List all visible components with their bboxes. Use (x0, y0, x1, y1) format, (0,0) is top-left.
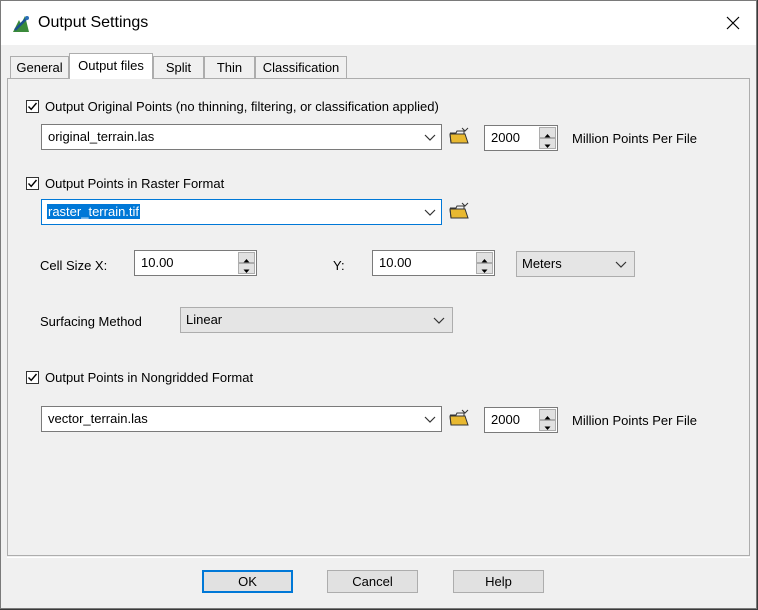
ok-button[interactable]: OK (202, 570, 293, 593)
nongridded-points-spinner[interactable]: 2000 (484, 407, 558, 433)
nongridded-file-combo[interactable]: vector_terrain.las (41, 406, 442, 432)
open-folder-icon[interactable] (448, 126, 470, 148)
spin-down-button[interactable] (238, 263, 255, 274)
app-icon (13, 16, 29, 32)
arrow-down-icon (243, 269, 250, 273)
help-button[interactable]: Help (453, 570, 544, 593)
output-nongridded-row[interactable]: Output Points in Nongridded Format (26, 370, 253, 385)
spin-down-button[interactable] (476, 263, 493, 274)
output-nongridded-checkbox[interactable] (26, 371, 39, 384)
original-file-combo[interactable]: original_terrain.las (41, 124, 442, 150)
output-original-checkbox[interactable] (26, 100, 39, 113)
spin-up-button[interactable] (539, 409, 556, 420)
output-raster-row[interactable]: Output Points in Raster Format (26, 176, 224, 191)
chevron-down-icon (424, 416, 436, 423)
output-raster-label: Output Points in Raster Format (45, 176, 225, 191)
tab-classification[interactable]: Classification (255, 56, 347, 78)
close-button[interactable] (710, 1, 756, 45)
original-points-value: 2000 (491, 130, 520, 145)
checkmark-icon (27, 373, 38, 382)
spin-up-button[interactable] (539, 127, 556, 138)
cell-size-y-spinner[interactable]: 10.00 (372, 250, 495, 276)
spin-down-button[interactable] (539, 420, 556, 431)
raster-file-combo[interactable]: raster_terrain.tif (41, 199, 442, 225)
spin-up-button[interactable] (476, 252, 493, 263)
nongridded-points-value: 2000 (491, 412, 520, 427)
original-points-unit-label: Million Points Per File (572, 131, 697, 146)
surfacing-method-dropdown[interactable]: Linear (180, 307, 453, 333)
surfacing-method-value: Linear (186, 312, 223, 327)
tab-thin[interactable]: Thin (204, 56, 255, 78)
nongridded-points-unit-label: Million Points Per File (572, 413, 697, 428)
surfacing-method-label: Surfacing Method (40, 314, 142, 329)
nongridded-file-value: vector_terrain.las (48, 411, 148, 426)
output-nongridded-label: Output Points in Nongridded Format (45, 370, 254, 385)
tab-output-files[interactable]: Output files (69, 53, 153, 79)
output-raster-checkbox[interactable] (26, 177, 39, 190)
cancel-button[interactable]: Cancel (327, 570, 418, 593)
divider (7, 557, 750, 558)
open-folder-icon[interactable] (448, 201, 470, 223)
units-value: Meters (522, 256, 562, 271)
chevron-down-icon (433, 317, 445, 324)
output-settings-dialog: Output Settings General Output files Spl… (0, 0, 757, 609)
checkmark-icon (27, 102, 38, 111)
tab-general[interactable]: General (10, 56, 69, 78)
cell-size-x-spinner[interactable]: 10.00 (134, 250, 257, 276)
cell-size-x-value: 10.00 (141, 255, 174, 270)
cell-size-x-label: Cell Size X: (40, 258, 108, 273)
arrow-down-icon (544, 426, 551, 430)
units-dropdown[interactable]: Meters (516, 251, 635, 277)
title-bar: Output Settings (1, 1, 756, 45)
cell-size-y-value: 10.00 (379, 255, 412, 270)
output-original-label: Output Original Points (no thinning, fil… (45, 99, 439, 114)
original-points-spinner[interactable]: 2000 (484, 125, 558, 151)
arrow-down-icon (544, 144, 551, 148)
close-icon (726, 16, 740, 30)
spin-down-button[interactable] (539, 138, 556, 149)
cell-size-y-label: Y: (333, 258, 345, 273)
spin-up-button[interactable] (238, 252, 255, 263)
open-folder-icon[interactable] (448, 408, 470, 430)
window-title: Output Settings (38, 14, 149, 31)
chevron-down-icon (424, 209, 436, 216)
tab-split[interactable]: Split (153, 56, 204, 78)
original-file-value: original_terrain.las (48, 129, 155, 144)
checkmark-icon (27, 179, 38, 188)
arrow-down-icon (481, 269, 488, 273)
chevron-down-icon (424, 134, 436, 141)
raster-file-value: raster_terrain.tif (47, 204, 141, 219)
output-original-row[interactable]: Output Original Points (no thinning, fil… (26, 99, 439, 114)
chevron-down-icon (615, 261, 627, 268)
